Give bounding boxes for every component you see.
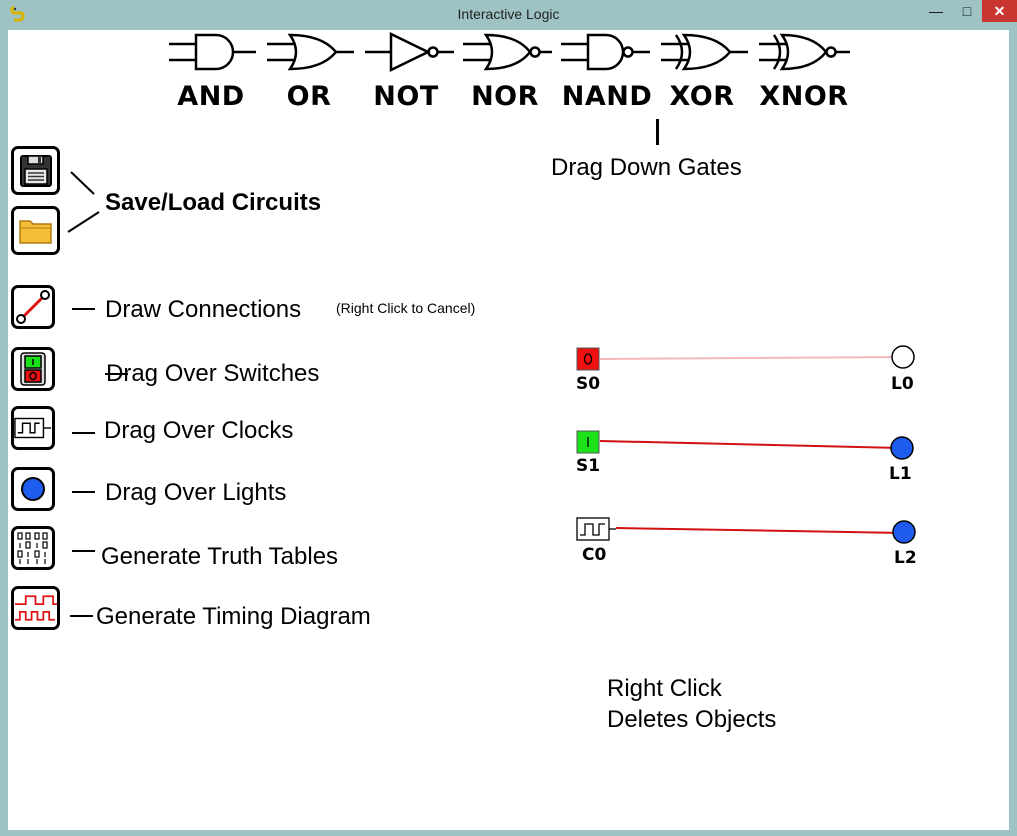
drag-gates-pointer xyxy=(656,119,659,145)
save-load-label: Save/Load Circuits xyxy=(105,189,322,216)
light-dash xyxy=(72,491,95,493)
not-gate-icon[interactable] xyxy=(365,32,454,72)
wire-c0-l2 xyxy=(615,527,905,534)
clock-tool[interactable] xyxy=(11,406,55,450)
switch-s1[interactable] xyxy=(576,430,600,454)
maximize-button[interactable]: □ xyxy=(952,0,982,22)
save-load-connectors xyxy=(67,171,100,233)
folder-icon xyxy=(18,219,52,244)
minimize-button[interactable]: — xyxy=(920,0,952,22)
xor-label: XOR xyxy=(669,81,735,112)
xnor-gate-icon[interactable] xyxy=(759,33,850,71)
lights-label: Drag Over Lights xyxy=(105,479,287,506)
clock-icon xyxy=(14,417,52,439)
switch-s0[interactable] xyxy=(576,347,600,371)
gate-palette xyxy=(169,32,850,72)
switch-tool[interactable] xyxy=(11,347,55,391)
and-gate-icon[interactable] xyxy=(169,33,256,71)
or-gate-icon[interactable] xyxy=(267,33,354,71)
right-click-cancel-note: (Right Click to Cancel) xyxy=(336,300,476,316)
truth-table-icon xyxy=(17,532,48,564)
l1-label: L1 xyxy=(889,464,912,484)
light-l2[interactable] xyxy=(891,519,917,545)
xnor-label: XNOR xyxy=(759,81,849,112)
xor-gate-icon[interactable] xyxy=(661,33,748,71)
timing-diagram-icon xyxy=(14,595,57,621)
s0-label: S0 xyxy=(576,374,601,394)
load-button[interactable] xyxy=(11,206,60,255)
nor-label: NOR xyxy=(471,81,539,112)
app-canvas: AND OR NOT NOR NAND XOR XNOR Drag Down G… xyxy=(8,30,1009,830)
connection-line-icon xyxy=(16,290,50,324)
switch-icon xyxy=(20,352,46,386)
nor-gate-icon[interactable] xyxy=(463,33,552,71)
l0-label: L0 xyxy=(891,374,914,394)
right-click-hint-line2: Deletes Objects xyxy=(607,706,777,733)
not-label: NOT xyxy=(373,81,439,112)
light-bulb-icon xyxy=(21,477,45,501)
timing-label: Generate Timing Diagram xyxy=(96,603,371,630)
clock-dash xyxy=(72,432,95,434)
drag-gates-hint: Drag Down Gates xyxy=(551,154,742,181)
clock-c0[interactable] xyxy=(576,517,616,541)
draw-connection-tool[interactable] xyxy=(11,285,55,329)
truth-table-dash xyxy=(72,550,95,552)
save-button[interactable] xyxy=(11,146,60,195)
switches-label: Drag Over Switches xyxy=(106,360,320,387)
light-tool[interactable] xyxy=(11,467,55,511)
wire-s0-l0 xyxy=(599,356,903,360)
c0-label: C0 xyxy=(582,545,607,565)
nand-label: NAND xyxy=(561,81,653,112)
draw-connections-label: Draw Connections xyxy=(105,296,302,323)
or-label: OR xyxy=(286,81,332,112)
light-l1[interactable] xyxy=(889,435,915,461)
and-label: AND xyxy=(177,81,245,112)
truth-tables-label: Generate Truth Tables xyxy=(101,543,339,570)
truth-table-button[interactable] xyxy=(11,526,55,570)
clocks-label: Drag Over Clocks xyxy=(104,417,294,444)
timing-dash xyxy=(70,615,93,617)
close-button[interactable]: ✕ xyxy=(982,0,1017,22)
l2-label: L2 xyxy=(894,548,917,568)
s1-label: S1 xyxy=(576,456,601,476)
connection-dash xyxy=(72,308,95,310)
nand-gate-icon[interactable] xyxy=(561,33,650,71)
title-bar: Interactive Logic — □ ✕ xyxy=(0,0,1017,30)
circuit-wires xyxy=(599,356,905,534)
window-title: Interactive Logic xyxy=(457,6,560,22)
timing-diagram-button[interactable] xyxy=(11,586,60,630)
light-l0[interactable] xyxy=(890,344,916,370)
floppy-disk-icon xyxy=(19,154,52,187)
right-click-hint-line1: Right Click xyxy=(607,675,722,702)
wire-s1-l1 xyxy=(599,440,903,449)
